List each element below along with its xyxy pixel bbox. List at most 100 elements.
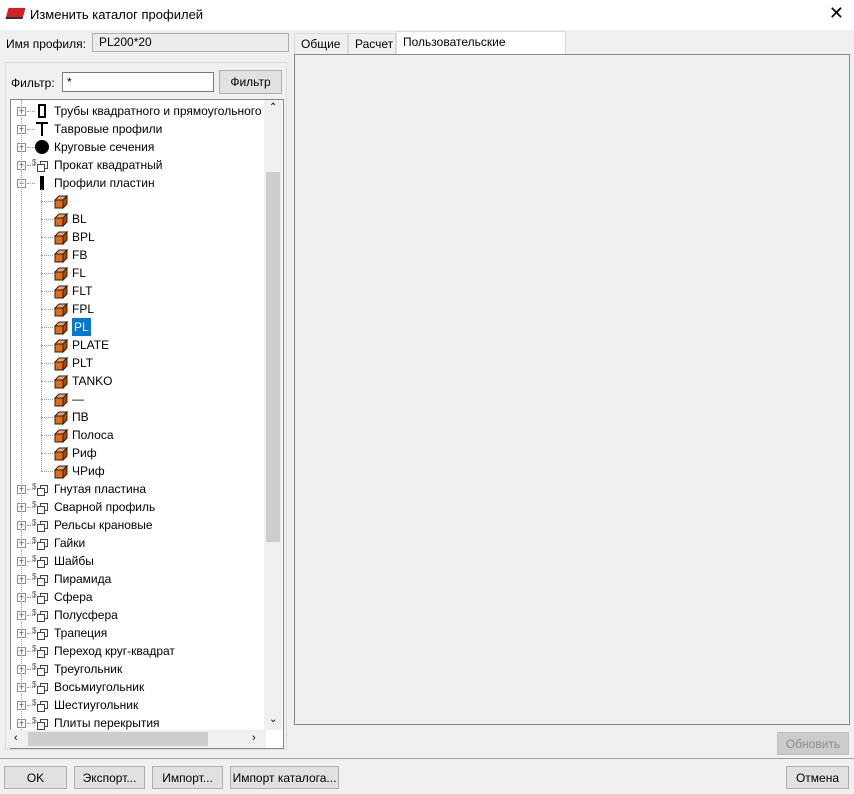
tree-item[interactable]: BPL bbox=[11, 228, 281, 246]
tree-item-label: Риф bbox=[72, 446, 97, 460]
parametric-profile-icon: $ bbox=[32, 716, 49, 730]
tree-item[interactable]: Полоса bbox=[11, 426, 281, 444]
scroll-thumb[interactable] bbox=[266, 172, 280, 542]
profile-name-label: Имя профиля: bbox=[6, 37, 86, 51]
tree-item[interactable]: + $ Треугольник bbox=[11, 660, 281, 678]
scroll-down-icon[interactable]: ⌄ bbox=[269, 714, 277, 725]
tree-item[interactable]: + $ Сварной профиль bbox=[11, 498, 281, 516]
profile-tree[interactable]: + Трубы квадратного и прямоугольного + Тавр… bbox=[10, 99, 284, 749]
tree-line bbox=[27, 147, 35, 148]
close-button[interactable]: ✕ bbox=[829, 3, 844, 24]
tree-item-label: Полусфера bbox=[54, 608, 118, 622]
tree-item[interactable]: — bbox=[11, 390, 281, 408]
tree-item[interactable]: Риф bbox=[11, 444, 281, 462]
tree-item[interactable]: + $ Прокат квадратный bbox=[11, 156, 281, 174]
tree-item[interactable]: + $ Рельсы крановые bbox=[11, 516, 281, 534]
tree-line bbox=[41, 219, 53, 220]
app-icon bbox=[5, 8, 26, 19]
tree-line bbox=[27, 183, 35, 184]
parametric-profile-icon: $ bbox=[32, 662, 49, 676]
tree-line bbox=[41, 435, 53, 436]
scroll-left-icon[interactable]: ‹ bbox=[14, 732, 18, 744]
tree-item-label: PLATE bbox=[72, 338, 110, 352]
tab-content-panel bbox=[294, 54, 850, 725]
profile-box-icon bbox=[53, 392, 69, 408]
tree-item[interactable] bbox=[11, 192, 281, 210]
profile-box-icon bbox=[53, 374, 69, 390]
tree-item[interactable]: + Тавровые профили bbox=[11, 120, 281, 138]
tree-item-label: Треугольник bbox=[54, 662, 123, 676]
tree-item-label: Переход круг-квадрат bbox=[54, 644, 175, 658]
tree-item-label: Круговые сечения bbox=[54, 140, 155, 154]
parametric-profile-icon: $ bbox=[32, 482, 49, 496]
tree-item[interactable]: + $ Шестиугольник bbox=[11, 696, 281, 714]
profile-box-icon bbox=[53, 284, 69, 300]
tree-vertical-scrollbar[interactable]: ⌃ ⌄ bbox=[264, 100, 282, 730]
tree-item[interactable]: + $ Трапеция bbox=[11, 624, 281, 642]
parametric-profile-icon: $ bbox=[32, 608, 49, 622]
tree-item[interactable]: PLT bbox=[11, 354, 281, 372]
export-button[interactable]: Экспорт... bbox=[74, 766, 145, 789]
filter-label: Фильтр: bbox=[11, 76, 55, 90]
tree-item[interactable]: + $ Гайки bbox=[11, 534, 281, 552]
tree-item[interactable]: FL bbox=[11, 264, 281, 282]
parametric-profile-icon: $ bbox=[32, 572, 49, 586]
tree-horizontal-scrollbar[interactable]: ‹ › bbox=[10, 730, 266, 748]
scroll-right-icon[interactable]: › bbox=[252, 732, 256, 744]
tree-line bbox=[41, 453, 53, 454]
tree-item-label: TANKO bbox=[72, 374, 113, 388]
parametric-profile-icon: $ bbox=[32, 554, 49, 568]
import-catalog-button[interactable]: Импорт каталога... bbox=[230, 766, 339, 789]
profile-name-field[interactable]: PL200*20 bbox=[92, 33, 289, 52]
tree-item-label: ЧРиф bbox=[72, 464, 105, 478]
tree-item-label: Профили пластин bbox=[54, 176, 155, 190]
tree-line bbox=[41, 345, 53, 346]
tree-item[interactable]: ПВ bbox=[11, 408, 281, 426]
tree-item-label: Пирамида bbox=[54, 572, 112, 586]
tree-item-label: Восьмиугольник bbox=[54, 680, 145, 694]
tab-2[interactable]: Расчет bbox=[348, 33, 396, 55]
import-button[interactable]: Импорт... bbox=[152, 766, 223, 789]
tree-item[interactable]: + $ Гнутая пластина bbox=[11, 480, 281, 498]
tree-line bbox=[41, 255, 53, 256]
ok-button[interactable]: OK bbox=[4, 766, 67, 789]
scroll-up-icon[interactable]: ⌃ bbox=[269, 102, 277, 113]
profile-box-icon bbox=[53, 464, 69, 480]
tree-item[interactable]: − Профили пластин bbox=[11, 174, 281, 192]
tree-item-label: Трубы квадратного и прямоугольного bbox=[54, 104, 262, 118]
update-button[interactable]: Обновить bbox=[777, 732, 849, 755]
tree-item[interactable]: TANKO bbox=[11, 372, 281, 390]
tree-item[interactable]: + $ Шайбы bbox=[11, 552, 281, 570]
tree-item-label: BL bbox=[72, 212, 87, 226]
profile-box-icon bbox=[53, 446, 69, 462]
tree-item[interactable]: + Круговые сечения bbox=[11, 138, 281, 156]
hscroll-thumb[interactable] bbox=[28, 732, 208, 746]
tab-3[interactable]: Пользовательские атрибуты bbox=[396, 31, 566, 69]
tree-item[interactable]: + $ Пирамида bbox=[11, 570, 281, 588]
profile-box-icon bbox=[53, 320, 69, 336]
tab-1[interactable]: Общие bbox=[294, 33, 348, 55]
tree-item-label: BPL bbox=[72, 230, 95, 244]
tree-item[interactable]: BL bbox=[11, 210, 281, 228]
parametric-profile-icon: $ bbox=[32, 518, 49, 532]
tree-item[interactable]: + $ Переход круг-квадрат bbox=[11, 642, 281, 660]
tree-item-label: Гнутая пластина bbox=[54, 482, 146, 496]
filter-input[interactable]: * bbox=[62, 72, 214, 92]
tree-item[interactable]: PL bbox=[11, 318, 281, 336]
tree-item[interactable]: + $ Сфера bbox=[11, 588, 281, 606]
tree-item[interactable]: + $ Полусфера bbox=[11, 606, 281, 624]
title-bar: Изменить каталог профилей ✕ bbox=[0, 0, 854, 30]
tree-item[interactable]: FPL bbox=[11, 300, 281, 318]
tree-item[interactable]: + Трубы квадратного и прямоугольного bbox=[11, 102, 281, 120]
tree-item-label: Тавровые профили bbox=[54, 122, 163, 136]
tree-item-label: Полоса bbox=[72, 428, 114, 442]
tree-item[interactable]: ЧРиф bbox=[11, 462, 281, 480]
tree-item[interactable]: PLATE bbox=[11, 336, 281, 354]
tree-item-label: FLT bbox=[72, 284, 93, 298]
tree-item[interactable]: FLT bbox=[11, 282, 281, 300]
filter-button[interactable]: Фильтр bbox=[219, 70, 282, 94]
tree-item[interactable]: + $ Восьмиугольник bbox=[11, 678, 281, 696]
tree-line bbox=[41, 273, 53, 274]
cancel-button[interactable]: Отмена bbox=[786, 766, 849, 789]
tree-item[interactable]: FB bbox=[11, 246, 281, 264]
